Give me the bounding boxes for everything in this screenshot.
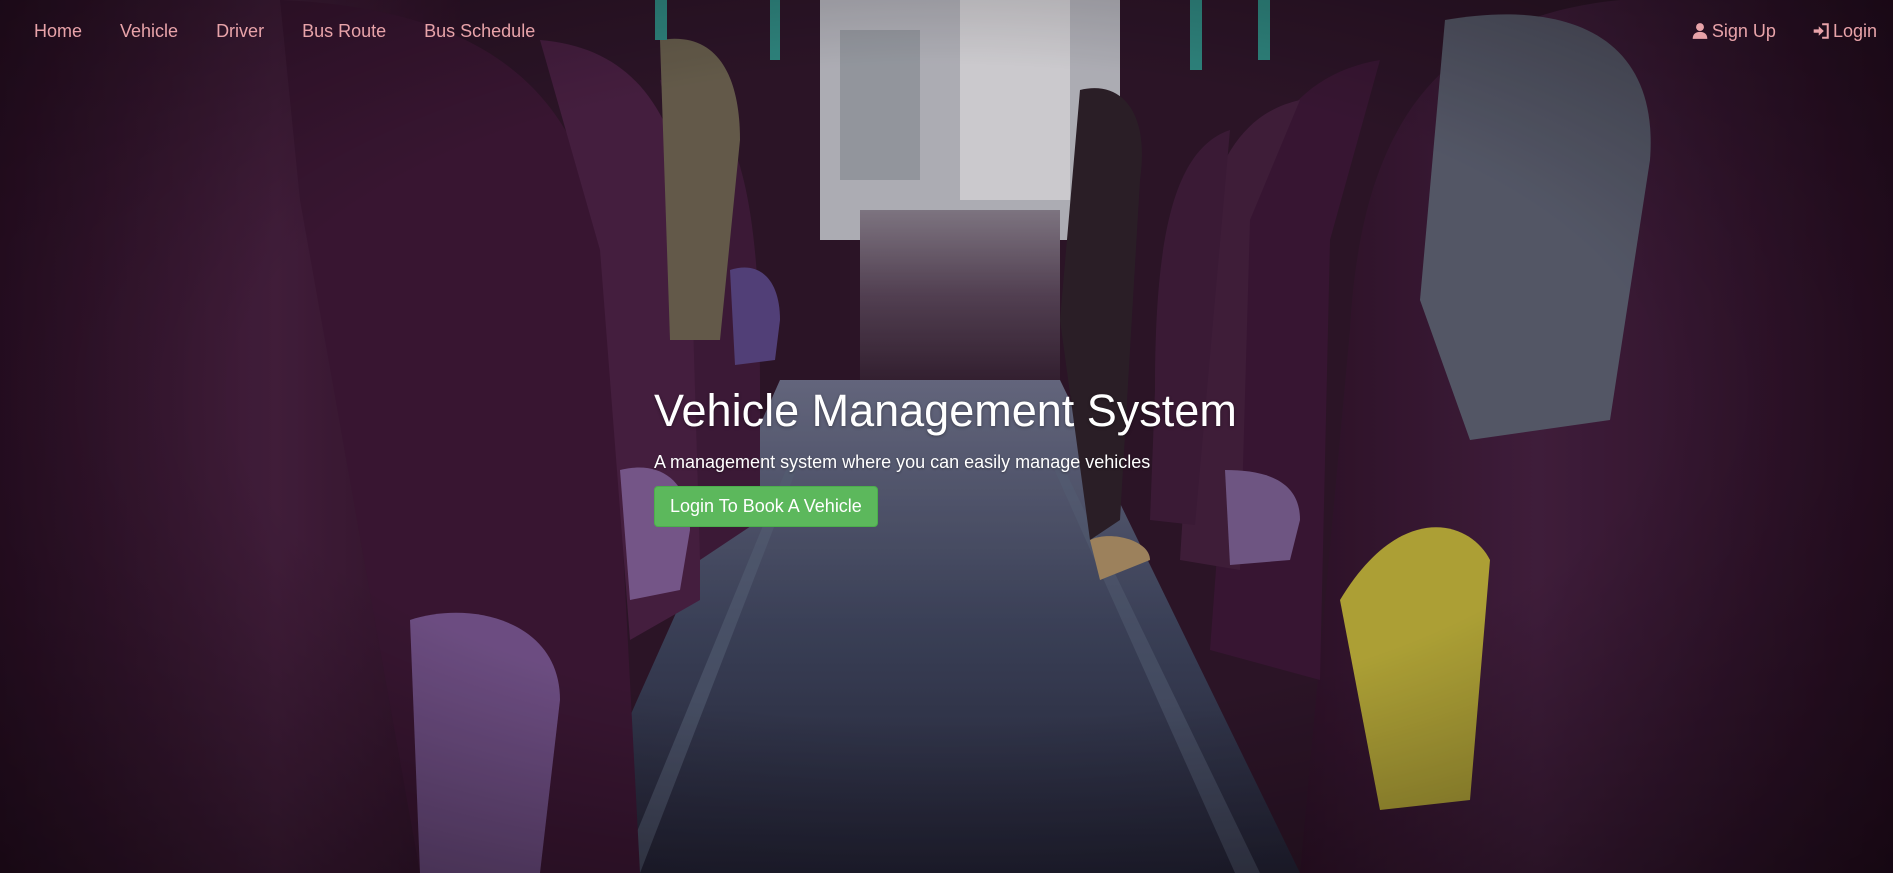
hero-subtitle: A management system where you can easily… — [654, 451, 1151, 472]
nav-sign-up-link[interactable]: Sign Up — [1673, 21, 1794, 42]
nav-bus-route-link[interactable]: Bus Route — [283, 21, 405, 42]
nav-bus-schedule-link[interactable]: Bus Schedule — [405, 21, 554, 42]
nav-login-link[interactable]: Login — [1794, 21, 1877, 42]
page-title: Vehicle Management System — [654, 385, 1237, 436]
nav-left-group: Home Vehicle Driver Bus Route Bus Schedu… — [15, 21, 554, 42]
nav-driver-link[interactable]: Driver — [197, 21, 283, 42]
nav-vehicle-link[interactable]: Vehicle — [101, 21, 197, 42]
hero-content: Vehicle Management System A management s… — [654, 386, 1237, 527]
login-to-book-button[interactable]: Login To Book A Vehicle — [654, 485, 878, 527]
login-icon — [1813, 23, 1829, 39]
nav-right-group: Sign Up Login — [1673, 21, 1877, 42]
user-icon — [1692, 23, 1708, 39]
top-navbar: Home Vehicle Driver Bus Route Bus Schedu… — [0, 0, 1893, 62]
sign-up-label: Sign Up — [1711, 20, 1776, 41]
login-label: Login — [1832, 20, 1877, 41]
hero-section: Home Vehicle Driver Bus Route Bus Schedu… — [0, 0, 1893, 873]
nav-home-link[interactable]: Home — [15, 21, 101, 42]
